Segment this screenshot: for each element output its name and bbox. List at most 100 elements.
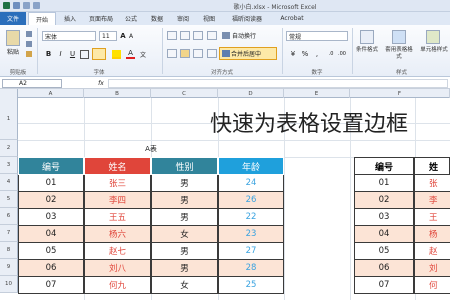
cell-age[interactable]: 23	[218, 226, 284, 243]
cell-name[interactable]: 李四	[84, 192, 151, 209]
align-middle-icon[interactable]	[180, 31, 190, 40]
cell-name-b[interactable]: 赵	[414, 243, 450, 260]
increase-decimal-icon[interactable]: .0	[326, 49, 336, 59]
tab-insert[interactable]: 插入	[58, 12, 82, 25]
conditional-format-button[interactable]: 条件格式	[354, 46, 380, 54]
wrap-text-button[interactable]: 自动换行	[232, 31, 274, 40]
cell-age[interactable]: 24	[218, 175, 284, 192]
phonetic-icon[interactable]: 文	[139, 49, 147, 59]
column-header-b[interactable]: B	[84, 89, 151, 98]
cell-number-b[interactable]: 07	[354, 277, 414, 294]
header-age[interactable]: 年龄	[218, 157, 284, 175]
cell-number-b[interactable]: 06	[354, 260, 414, 277]
conditional-format-icon[interactable]	[360, 30, 374, 44]
format-painter-icon[interactable]	[26, 51, 32, 57]
underline-button[interactable]: U	[68, 49, 77, 59]
cell-name[interactable]: 王五	[84, 209, 151, 226]
column-header-e[interactable]: E	[284, 89, 350, 98]
row-header-8[interactable]: 8	[0, 242, 18, 259]
tab-data[interactable]: 数据	[146, 12, 168, 25]
cell-number-b[interactable]: 04	[354, 226, 414, 243]
cell-name[interactable]: 赵七	[84, 243, 151, 260]
font-size-select[interactable]: 11	[99, 31, 117, 41]
cell-gender[interactable]: 男	[151, 209, 218, 226]
table-format-button[interactable]: 套用表格格式	[384, 46, 414, 61]
cell-gender[interactable]: 男	[151, 192, 218, 209]
copy-icon[interactable]	[26, 41, 32, 47]
paste-icon[interactable]	[6, 30, 20, 46]
align-right-icon[interactable]	[193, 49, 203, 58]
tab-home[interactable]: 开始	[28, 12, 56, 25]
cell-number[interactable]: 01	[18, 175, 84, 192]
cell-styles-icon[interactable]	[426, 30, 440, 44]
font-color-icon[interactable]: A	[126, 49, 135, 59]
header-number[interactable]: 编号	[18, 157, 84, 175]
fill-color-icon[interactable]	[112, 50, 121, 59]
header-gender[interactable]: 性别	[151, 157, 218, 175]
row-header-9[interactable]: 9	[0, 259, 18, 276]
currency-icon[interactable]: ¥	[288, 49, 298, 59]
cell-name-b[interactable]: 刘	[414, 260, 450, 277]
number-format-select[interactable]: 常规	[286, 31, 348, 41]
cell-number[interactable]: 05	[18, 243, 84, 260]
cell-number[interactable]: 07	[18, 277, 84, 294]
cell-number-b[interactable]: 03	[354, 209, 414, 226]
cell-number[interactable]: 06	[18, 260, 84, 277]
row-header-2[interactable]: 2	[0, 140, 18, 157]
tab-view[interactable]: 视图	[198, 12, 220, 25]
table-format-icon[interactable]	[392, 30, 406, 44]
row-header-1[interactable]: 1	[0, 98, 18, 140]
align-top-icon[interactable]	[167, 31, 177, 40]
cell-name[interactable]: 杨六	[84, 226, 151, 243]
select-all-corner[interactable]	[0, 89, 18, 98]
cell-number[interactable]: 02	[18, 192, 84, 209]
cell-name[interactable]: 何九	[84, 277, 151, 294]
cell-number-b[interactable]: 05	[354, 243, 414, 260]
row-header-4[interactable]: 4	[0, 174, 18, 191]
wrap-text-icon[interactable]	[222, 32, 230, 39]
cut-icon[interactable]	[26, 31, 32, 37]
cell-age[interactable]: 25	[218, 277, 284, 294]
undo-icon[interactable]	[23, 2, 30, 9]
align-bottom-icon[interactable]	[193, 31, 203, 40]
percent-icon[interactable]: %	[300, 49, 310, 59]
cell-age[interactable]: 22	[218, 209, 284, 226]
header-number-b[interactable]: 编号	[354, 157, 414, 175]
align-center-icon[interactable]	[180, 49, 190, 58]
cell-age[interactable]: 26	[218, 192, 284, 209]
tab-page-layout[interactable]: 页面布局	[84, 12, 118, 25]
cell-name-b[interactable]: 王	[414, 209, 450, 226]
bold-button[interactable]: B	[44, 49, 53, 59]
tab-formulas[interactable]: 公式	[120, 12, 142, 25]
decrease-decimal-icon[interactable]: .00	[337, 49, 347, 59]
row-header-6[interactable]: 6	[0, 208, 18, 225]
row-header-7[interactable]: 7	[0, 225, 18, 242]
cell-styles-button[interactable]: 单元格样式	[418, 46, 450, 54]
tab-foxit[interactable]: 福昕阅读器	[226, 12, 268, 25]
cell-name[interactable]: 刘八	[84, 260, 151, 277]
cell-gender[interactable]: 男	[151, 260, 218, 277]
cell-number-b[interactable]: 02	[354, 192, 414, 209]
align-left-icon[interactable]	[167, 49, 177, 58]
cell-name-b[interactable]: 李	[414, 192, 450, 209]
cell-age[interactable]: 27	[218, 243, 284, 260]
tab-review[interactable]: 审阅	[172, 12, 194, 25]
cell-number[interactable]: 04	[18, 226, 84, 243]
cell-gender[interactable]: 女	[151, 226, 218, 243]
cell-number[interactable]: 03	[18, 209, 84, 226]
row-header-5[interactable]: 5	[0, 191, 18, 208]
orientation-icon[interactable]	[207, 31, 217, 40]
format-painter-active-icon[interactable]	[92, 48, 106, 60]
redo-icon[interactable]	[33, 2, 40, 9]
row-header-10[interactable]: 10	[0, 276, 18, 293]
cell-number-b[interactable]: 01	[354, 175, 414, 192]
grow-font-icon[interactable]: A	[119, 31, 127, 41]
header-name-b[interactable]: 姓	[414, 157, 450, 175]
column-header-f[interactable]: F	[350, 89, 450, 98]
cell-age[interactable]: 28	[218, 260, 284, 277]
column-header-d[interactable]: D	[218, 89, 284, 98]
cell-gender[interactable]: 男	[151, 175, 218, 192]
cell-name-b[interactable]: 何	[414, 277, 450, 294]
font-name-select[interactable]: 宋体	[42, 31, 96, 41]
border-icon[interactable]	[80, 50, 89, 59]
